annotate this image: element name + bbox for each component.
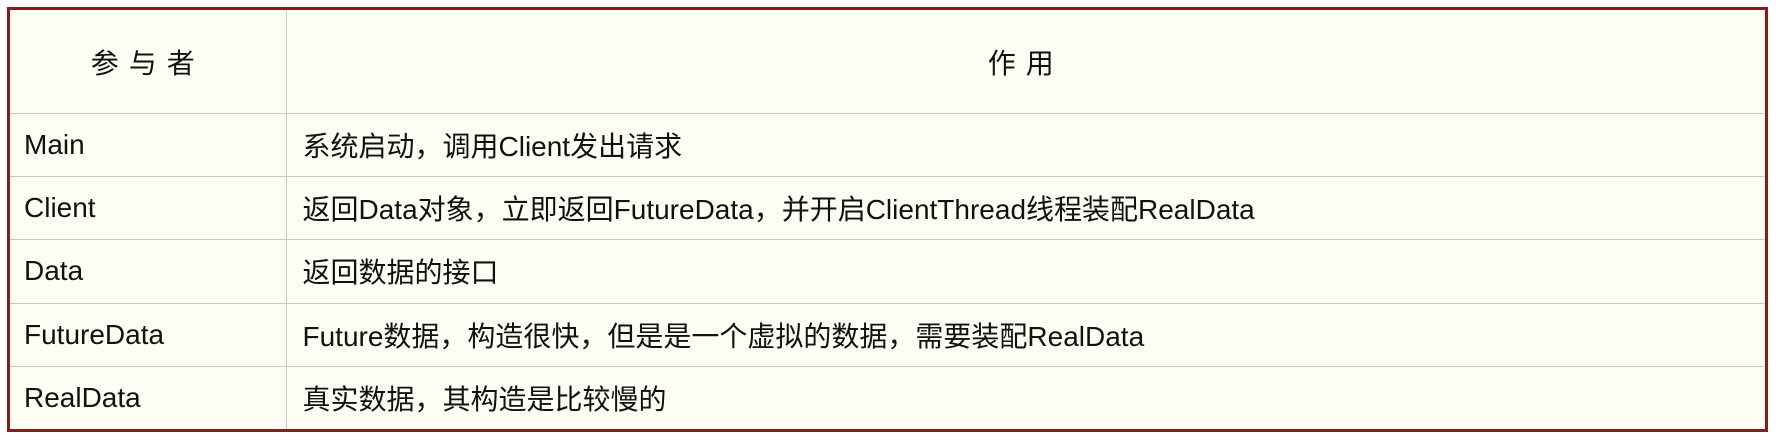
role-cell: 返回Data对象，立即返回FutureData，并开启ClientThread线… xyxy=(285,176,1765,241)
participant-cell: RealData xyxy=(10,365,287,429)
participant-cell: Main xyxy=(10,112,287,178)
table-row: Client 返回Data对象，立即返回FutureData，并开启Client… xyxy=(10,176,1765,241)
participant-cell: FutureData xyxy=(10,302,287,367)
table-row: Data 返回数据的接口 xyxy=(10,239,1765,304)
participant-cell: Client xyxy=(10,176,287,241)
role-cell: 返回数据的接口 xyxy=(285,239,1765,304)
table-frame: 参与者 作用 Main 系统启动，调用Client发出请求 Client 返回D… xyxy=(7,7,1768,432)
table-row: FutureData Future数据，构造很快，但是是一个虚拟的数据，需要装配… xyxy=(10,302,1765,367)
participant-cell: Data xyxy=(10,239,287,304)
header-participant: 参与者 xyxy=(10,10,287,114)
role-cell: Future数据，构造很快，但是是一个虚拟的数据，需要装配RealData xyxy=(285,302,1765,367)
participants-table: 参与者 作用 Main 系统启动，调用Client发出请求 Client 返回D… xyxy=(10,10,1765,429)
role-cell: 真实数据，其构造是比较慢的 xyxy=(285,365,1765,429)
table-row: RealData 真实数据，其构造是比较慢的 xyxy=(10,365,1765,429)
header-role: 作用 xyxy=(285,10,1765,114)
table-row: Main 系统启动，调用Client发出请求 xyxy=(10,112,1765,178)
table-header-row: 参与者 作用 xyxy=(10,10,1765,114)
role-cell: 系统启动，调用Client发出请求 xyxy=(285,112,1765,178)
